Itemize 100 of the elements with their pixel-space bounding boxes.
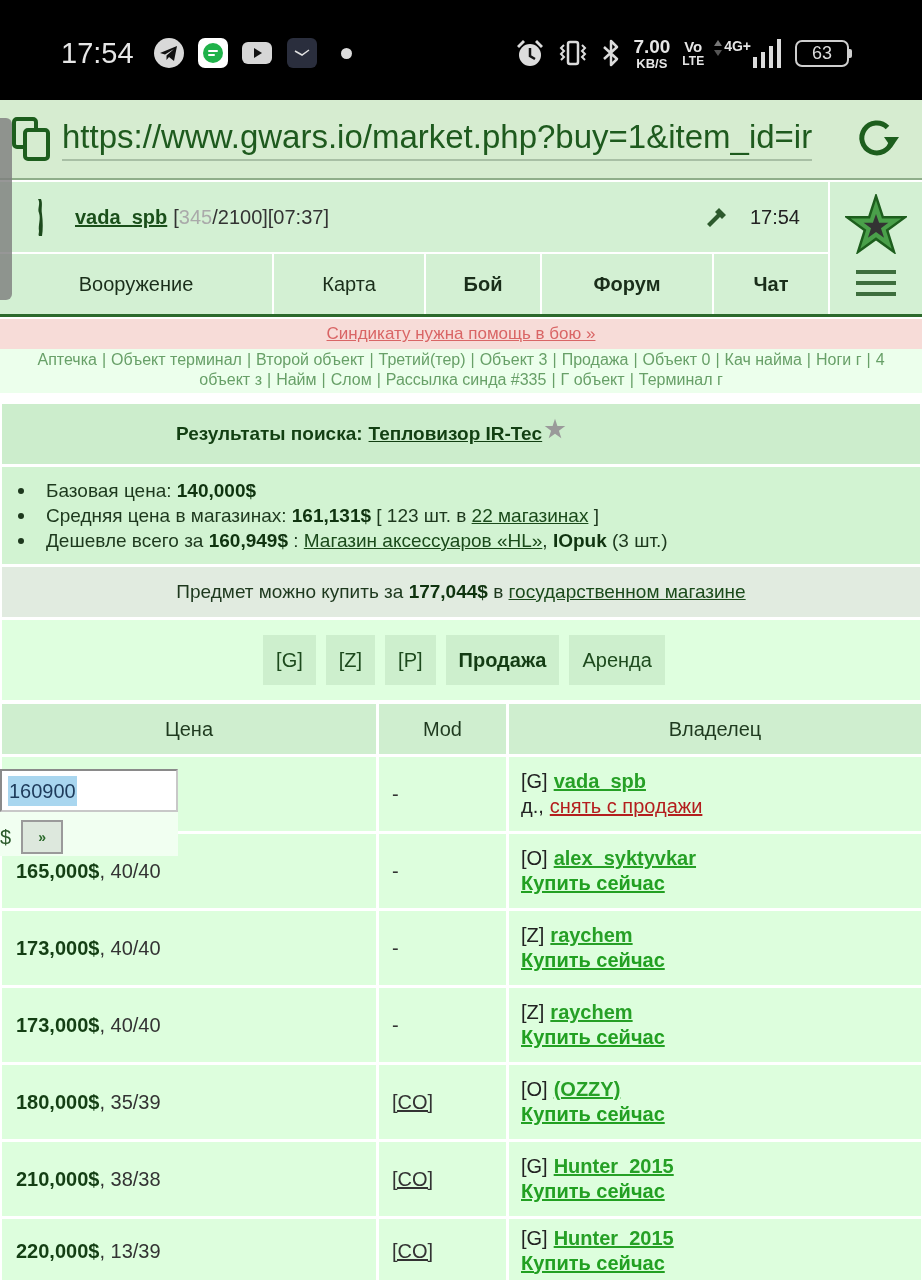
quick-link[interactable]: объект з: [199, 370, 262, 390]
nav-tab[interactable]: Бой: [426, 254, 540, 314]
buy-link[interactable]: Купить сейчас: [521, 871, 665, 896]
player-stats: [345/2100][07:37]: [173, 205, 329, 230]
buy-link[interactable]: Купить сейчас: [521, 948, 665, 973]
link-separator: |: [715, 350, 720, 370]
faction-tag: [Z]: [521, 923, 545, 948]
mod-link[interactable]: [CO]: [392, 1235, 434, 1266]
nav-tab[interactable]: Форум: [542, 254, 712, 314]
bullet-icon: [18, 487, 24, 494]
mod-text: -: [392, 859, 399, 884]
link-separator: |: [369, 350, 374, 370]
currency-label: $: [0, 825, 12, 850]
owner-link[interactable]: alex_syktyvkar: [553, 846, 697, 871]
filter-tab[interactable]: [G]: [263, 635, 316, 685]
quick-link[interactable]: Найм: [276, 370, 317, 390]
username-link[interactable]: vada_spb: [75, 202, 168, 232]
paper-plane-icon: [153, 38, 184, 68]
volte-label: Vo LTE: [682, 39, 705, 67]
menu-icon[interactable]: [856, 270, 896, 296]
mod-text: -: [392, 782, 399, 807]
header-time: 17:54: [749, 205, 800, 230]
remove-link[interactable]: снять с продажи: [549, 794, 703, 819]
quick-link[interactable]: Рассылка синда #335: [385, 370, 547, 390]
filter-tab[interactable]: [Z]: [325, 635, 376, 685]
copy-icon[interactable]: [12, 117, 50, 161]
mod-link[interactable]: [CO]: [392, 1164, 434, 1194]
quick-link[interactable]: Ноги г: [815, 350, 862, 370]
link-separator: |: [321, 370, 326, 390]
link-separator: |: [376, 370, 381, 390]
faction-tag: [G]: [521, 769, 548, 794]
shop-link[interactable]: Магазин аксессуаров «HL»: [303, 530, 543, 551]
quick-link[interactable]: Кач найма: [724, 350, 802, 370]
link-separator: |: [629, 370, 634, 390]
price-cell: 180,000$, 35/39: [2, 1065, 376, 1139]
faction-tag: [O]: [521, 1077, 548, 1102]
owner-link[interactable]: Hunter_2015: [553, 1225, 674, 1251]
signal-icon: [753, 38, 781, 68]
faction-tag: [G]: [521, 1154, 548, 1179]
quick-link[interactable]: Третий(тер): [378, 350, 466, 370]
network-speed: 7.00 KB/S: [633, 36, 671, 70]
link-separator: |: [266, 370, 272, 390]
buy-link[interactable]: Купить сейчас: [521, 1102, 665, 1127]
filter-tab[interactable]: Аренда: [569, 635, 665, 685]
network-type: 4G+: [724, 39, 751, 53]
quick-link[interactable]: Второй объект: [256, 350, 365, 370]
quick-link[interactable]: Г объект: [560, 370, 625, 390]
faction-tag: [G]: [521, 1225, 548, 1251]
column-header: Mod: [379, 704, 506, 754]
mod-text: -: [392, 1013, 399, 1038]
price-field[interactable]: 160900: [0, 769, 178, 812]
mod-link[interactable]: [CO]: [392, 1087, 434, 1117]
search-label: Результаты поиска:: [176, 421, 363, 446]
quick-link[interactable]: Объект терминал: [111, 350, 242, 370]
link-separator: |: [551, 370, 556, 390]
nav-tab[interactable]: Чат: [714, 254, 828, 314]
filter-tab[interactable]: Продажа: [445, 635, 560, 685]
vibrate-icon: [558, 38, 589, 68]
info-line: Дешевле всего за 160,949$ : Магазин аксессуаров «HL», IOpuk (3 шт.): [46, 529, 668, 553]
data-arrows-icon: [714, 40, 723, 56]
quick-link[interactable]: Аптечка: [37, 350, 97, 370]
column-header: Цена: [2, 704, 376, 754]
quick-link[interactable]: Объект 3: [479, 350, 548, 370]
buy-link[interactable]: Купить сейчас: [521, 1025, 665, 1050]
info-line: Средняя цена в магазинах: 161,131$ [ 123 шт. в 22 магазинах ]: [46, 504, 599, 528]
buy-link[interactable]: Купить сейчас: [521, 1179, 665, 1204]
owner-link[interactable]: raychem: [550, 923, 633, 948]
play-icon: [241, 42, 272, 64]
nav-tab[interactable]: Карта: [274, 254, 424, 314]
bullet-icon: [18, 512, 24, 519]
quick-link[interactable]: 4: [875, 350, 885, 370]
price-cell: 173,000$, 40/40: [2, 911, 376, 985]
quick-link[interactable]: Слом: [330, 370, 372, 390]
alarm-icon: [515, 38, 546, 68]
submit-button[interactable]: »: [21, 820, 64, 854]
star-icon[interactable]: [845, 194, 907, 254]
faction-tag: [Z]: [521, 1000, 545, 1025]
shop-link[interactable]: 22 магазинах: [471, 505, 589, 526]
filter-tab[interactable]: [P]: [385, 635, 436, 685]
bullet-icon: [18, 537, 24, 544]
link-separator: |: [552, 350, 557, 370]
nav-tab[interactable]: Вооружение: [0, 254, 272, 314]
buy-link[interactable]: Купить сейчас: [521, 1250, 665, 1276]
link-separator: |: [101, 350, 107, 370]
star-icon[interactable]: [544, 418, 567, 439]
quick-link[interactable]: Терминал г: [638, 370, 723, 390]
owner-link[interactable]: Hunter_2015: [553, 1154, 674, 1179]
alert-link[interactable]: Синдикату нужна помощь в бою »: [326, 321, 596, 347]
owner-link[interactable]: raychem: [550, 1000, 633, 1025]
note-text: д.,: [521, 794, 544, 819]
quick-link[interactable]: Продажа: [561, 350, 629, 370]
owner-link[interactable]: vada_spb: [553, 769, 646, 794]
item-link[interactable]: Тепловизор IR-Tec: [368, 419, 543, 449]
link-separator: |: [806, 350, 811, 370]
quick-link[interactable]: Объект 0: [642, 350, 711, 370]
shop-link[interactable]: государственном магазине: [508, 580, 746, 602]
owner-link[interactable]: (OZZY): [553, 1077, 621, 1102]
price-cell: 220,000$, 13/39: [2, 1219, 376, 1280]
scroll-handle[interactable]: [0, 118, 12, 300]
app-tile-icon: [286, 38, 317, 68]
